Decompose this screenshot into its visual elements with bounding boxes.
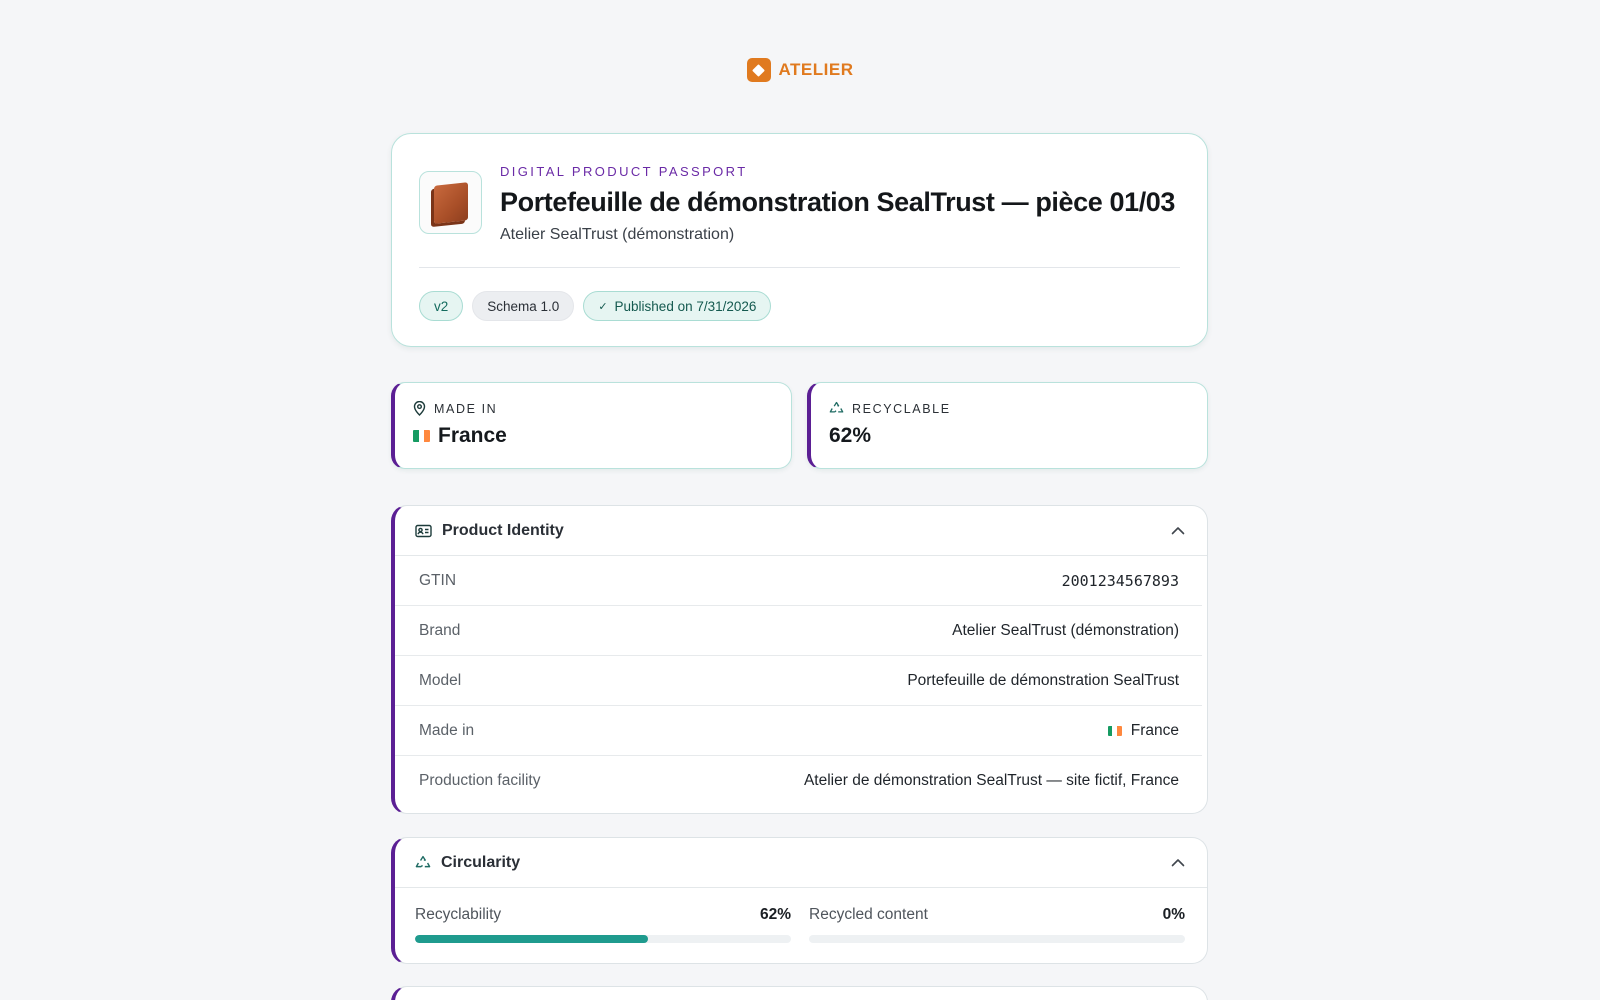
recyclability-label: Recyclability (415, 906, 502, 923)
passport-header-card: DIGITAL PRODUCT PASSPORT Portefeuille de… (391, 133, 1208, 347)
brand-value: Atelier SealTrust (démonstration) (952, 621, 1179, 639)
gtin-label: GTIN (419, 571, 457, 589)
circularity-header[interactable]: Circularity (395, 838, 1207, 888)
made-in-stat-value: France (438, 424, 507, 447)
made-in-stat-card: MADE IN France (391, 382, 792, 469)
made-in-stat-label-row: MADE IN (413, 401, 497, 416)
production-facility-value: Atelier de démonstration SealTrust — sit… (803, 772, 1179, 789)
recyclability-value: 62% (759, 906, 791, 923)
product-thumbnail[interactable] (419, 171, 482, 234)
divider (419, 267, 1180, 268)
gtin-value: 2001234567893 (1061, 571, 1179, 590)
recyclable-stat-label: RECYCLABLE (852, 401, 951, 416)
production-facility-label: Production facility (419, 772, 541, 789)
made-in-label: Made in (419, 721, 475, 739)
recyclability-metric: Recyclability 62% (415, 906, 791, 943)
table-row: GTIN 2001234567893 (395, 556, 1202, 606)
recyclability-progress-fill (415, 935, 649, 943)
brand-label: Brand (419, 621, 461, 639)
made-in-stat-label: MADE IN (434, 401, 498, 416)
recycled-content-metric: Recycled content 0% (809, 906, 1185, 943)
product-brand-subtitle: Atelier SealTrust (démonstration) (500, 226, 735, 243)
product-identity-title: Product Identity (442, 521, 564, 539)
model-label: Model (419, 671, 462, 689)
circularity-title: Circularity (441, 853, 521, 871)
recycled-content-value: 0% (1162, 906, 1185, 923)
recycled-content-label: Recycled content (809, 906, 928, 923)
table-row: Production facility Atelier de démonstra… (395, 756, 1202, 806)
recyclable-stat-value: 62% (829, 424, 872, 447)
passport-eyebrow: DIGITAL PRODUCT PASSPORT (500, 164, 748, 179)
brand-logo: ATELIER (0, 58, 1600, 82)
made-in-country: France (1130, 721, 1179, 739)
table-row: Model Portefeuille de démonstration Seal… (395, 656, 1202, 706)
check-icon: ✓ (598, 300, 608, 313)
next-section-card (391, 986, 1208, 1000)
schema-badge: Schema 1.0 (472, 291, 575, 321)
model-value: Portefeuille de démonstration SealTrust (907, 671, 1179, 689)
published-label: Published on 7/31/2026 (614, 298, 757, 314)
chevron-up-icon[interactable] (1171, 858, 1185, 867)
version-badge: v2 (419, 291, 464, 321)
ireland-flag-icon (1107, 725, 1122, 736)
table-row: Brand Atelier SealTrust (démonstration) (395, 606, 1202, 656)
passport-badges: v2 Schema 1.0 ✓ Published on 7/31/2026 (419, 291, 772, 321)
made-in-stat-value-row: France (413, 424, 507, 448)
brand-name: ATELIER (778, 60, 854, 79)
id-card-icon (415, 524, 432, 538)
map-pin-icon (413, 401, 426, 416)
ireland-flag-icon (413, 430, 430, 442)
circularity-section: Circularity Recyclability 62% Recycled c… (391, 837, 1208, 964)
made-in-value: France (1107, 721, 1179, 740)
product-identity-section: Product Identity GTIN 2001234567893 Bran… (391, 505, 1208, 814)
table-row: Made in France (395, 706, 1202, 756)
recyclability-progress-bar (415, 935, 791, 943)
recycled-content-progress-bar (809, 935, 1185, 943)
product-identity-header[interactable]: Product Identity (395, 506, 1207, 556)
wallet-image (433, 181, 468, 224)
circularity-metrics: Recyclability 62% Recycled content 0% (395, 888, 1207, 943)
recyclable-stat-card: RECYCLABLE 62% (807, 382, 1208, 469)
product-title: Portefeuille de démonstration SealTrust … (500, 187, 1176, 217)
published-badge: ✓ Published on 7/31/2026 (583, 291, 772, 321)
recycle-icon (829, 401, 844, 416)
recyclable-stat-label-row: RECYCLABLE (829, 401, 951, 416)
chevron-up-icon[interactable] (1171, 526, 1185, 535)
atelier-logo-icon (746, 58, 771, 82)
recycle-icon (415, 855, 431, 871)
